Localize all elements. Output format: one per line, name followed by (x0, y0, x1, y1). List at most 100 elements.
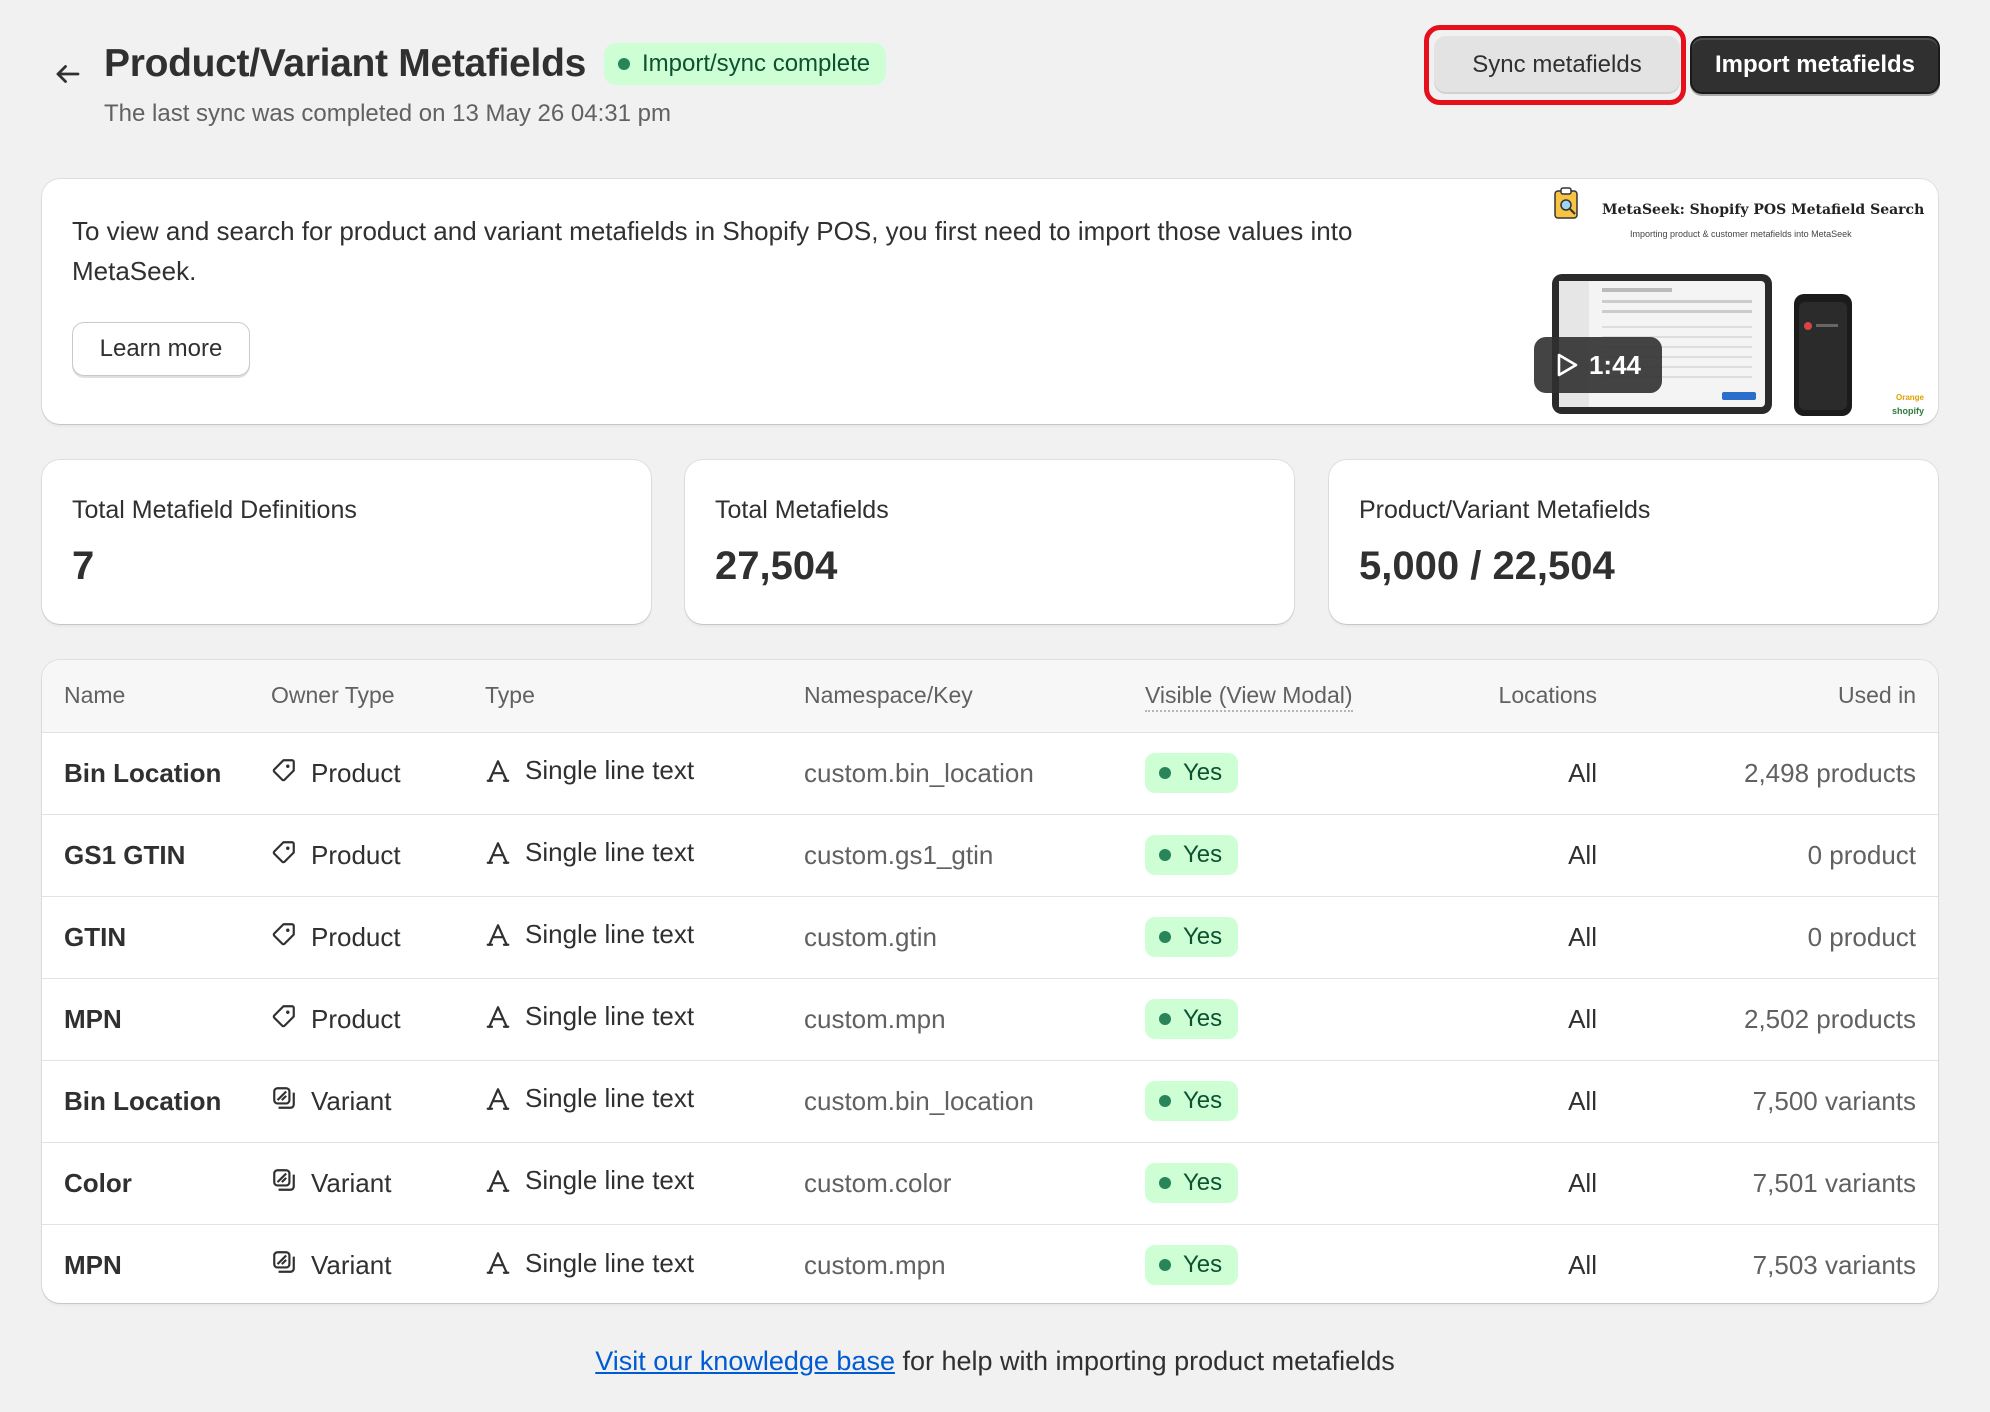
tag-icon-wrap (271, 839, 297, 872)
cell-locations: All (1385, 814, 1597, 897)
cell-name: Color (42, 1142, 271, 1225)
cell-owner-type: Product (271, 978, 485, 1061)
cell-visible: Yes (1145, 1142, 1385, 1225)
video-subtitle: Importing product & customer metafields … (1630, 229, 1852, 239)
cell-namespace-key: custom.mpn (804, 1249, 946, 1280)
tag-icon-wrap (271, 1003, 297, 1036)
cell-used-in: 7,503 variants (1752, 1249, 1916, 1280)
variant-icon (273, 1250, 295, 1273)
visible-label: Yes (1183, 1169, 1223, 1196)
owner-type-label: Variant (311, 1085, 392, 1116)
status-dot-icon (1159, 1259, 1171, 1272)
visible-header-label: Visible (View Modal) (1145, 682, 1353, 713)
cell-owner-type: Product (271, 814, 485, 897)
info-text: To view and search for product and varia… (72, 216, 1353, 286)
owner-type-label: Product (311, 757, 401, 788)
visible-label: Yes (1183, 1005, 1223, 1032)
cell-name: Bin Location (42, 1060, 271, 1143)
owner-type-label: Variant (311, 1167, 392, 1198)
video-thumbnail[interactable]: MetaSeek: Shopify POS Metafield Search I… (1502, 179, 1938, 424)
text-type-icon (486, 1005, 510, 1028)
tag-icon-wrap (271, 757, 297, 790)
cell-name: MPN (64, 1249, 122, 1280)
footer-help: Visit our knowledge base for help with i… (0, 1346, 1990, 1377)
stat-card-definitions: Total Metafield Definitions 7 (42, 460, 651, 624)
cell-visible: Yes (1145, 732, 1385, 815)
cell-namespace-key: custom.gs1_gtin (804, 814, 1145, 897)
type-label: Single line text (525, 1247, 695, 1278)
stat-label: Product/Variant Metafields (1359, 496, 1651, 524)
cell-visible: Yes (1145, 978, 1385, 1061)
status-dot-icon (618, 58, 630, 70)
owner-type-label: Product (311, 1003, 401, 1034)
column-header-visible[interactable]: Visible (View Modal) (1145, 660, 1385, 733)
column-header-type: Type (485, 660, 804, 733)
knowledge-base-link[interactable]: Visit our knowledge base (595, 1346, 895, 1376)
cell-type: Single line text (485, 814, 804, 897)
learn-more-button[interactable]: Learn more (72, 322, 250, 376)
table-row[interactable]: MPN Variant Single line text custom.mpn … (42, 1224, 1938, 1303)
cell-used-in: 2,498 products (1597, 732, 1938, 815)
visible-label: Yes (1183, 1251, 1223, 1279)
video-play-button[interactable]: 1:44 (1534, 337, 1662, 393)
variant-icon (273, 1168, 295, 1191)
visible-badge: Yes (1145, 753, 1239, 793)
type-label: Single line text (525, 1165, 695, 1196)
cell-type: Single line text (485, 732, 804, 815)
import-metafields-button[interactable]: Import metafields (1690, 36, 1940, 94)
text-type-icon (486, 1087, 510, 1110)
sync-metafields-button[interactable]: Sync metafields (1434, 36, 1680, 94)
visible-badge: Yes (1145, 917, 1239, 957)
table-row[interactable]: MPN Product Single line text custom.mpn … (42, 978, 1938, 1061)
stat-label: Total Metafield Definitions (72, 496, 357, 524)
type-label: Single line text (525, 837, 695, 868)
back-button[interactable] (42, 48, 94, 100)
shopify-logo: shopify (1891, 406, 1924, 416)
video-duration: 1:44 (1588, 349, 1642, 380)
cell-locations: All (1568, 1249, 1597, 1280)
table-row[interactable]: Bin Location Product Single line text cu… (42, 732, 1938, 815)
column-header-namespace-key: Namespace/Key (804, 660, 1145, 733)
type-label: Single line text (525, 919, 695, 950)
cell-locations: All (1385, 978, 1597, 1061)
cell-owner-type: Product (271, 732, 485, 815)
last-sync-subtitle: The last sync was completed on 13 May 26… (104, 100, 671, 127)
owner-type-label: Product (311, 839, 401, 870)
visible-label: Yes (1183, 841, 1223, 868)
metafields-table-card: Name Owner Type Type Namespace/Key Visib… (42, 660, 1938, 1303)
column-header-name: Name (42, 660, 271, 733)
title-row: Product/Variant Metafields Import/sync c… (104, 42, 887, 86)
visible-badge: Yes (1145, 1245, 1239, 1286)
status-dot-icon (1159, 1095, 1171, 1107)
cell-owner-type: Variant (271, 1060, 485, 1143)
play-icon (1557, 353, 1578, 377)
table-row[interactable]: Bin Location Variant Single line text cu… (42, 1060, 1938, 1143)
tag-icon (272, 922, 295, 945)
column-header-owner-type: Owner Type (271, 660, 485, 733)
table-row[interactable]: Color Variant Single line text custom.co… (42, 1142, 1938, 1225)
cell-namespace-key: custom.color (804, 1142, 1145, 1225)
status-dot-icon (1159, 931, 1171, 943)
visible-badge: Yes (1145, 1081, 1239, 1121)
cell-name: GTIN (42, 896, 271, 979)
info-card: To view and search for product and varia… (42, 179, 1938, 424)
stat-card-total-metafields: Total Metafields 27,504 (685, 460, 1294, 624)
cell-used-in: 2,502 products (1597, 978, 1938, 1061)
tag-icon (272, 758, 295, 781)
video-title: MetaSeek: Shopify POS Metafield Search (1602, 202, 1925, 218)
cell-name: Bin Location (42, 732, 271, 815)
column-header-locations: Locations (1385, 660, 1597, 733)
table-row[interactable]: GTIN Product Single line text custom.gti… (42, 896, 1938, 979)
table-header-row: Name Owner Type Type Namespace/Key Visib… (42, 660, 1938, 733)
text-type-icon (486, 1252, 510, 1274)
cell-namespace-key: custom.bin_location (804, 732, 1145, 815)
stat-value: 27,504 (715, 544, 838, 588)
arrow-left-icon (56, 65, 80, 83)
variant-icon-wrap (271, 1249, 297, 1282)
visible-badge: Yes (1145, 1163, 1239, 1203)
column-header-used-in: Used in (1597, 660, 1938, 733)
stat-card-product-variant: Product/Variant Metafields 5,000 / 22,50… (1329, 460, 1938, 624)
owner-type-label: Variant (311, 1249, 392, 1280)
cell-locations: All (1385, 732, 1597, 815)
table-row[interactable]: GS1 GTIN Product Single line text custom… (42, 814, 1938, 897)
